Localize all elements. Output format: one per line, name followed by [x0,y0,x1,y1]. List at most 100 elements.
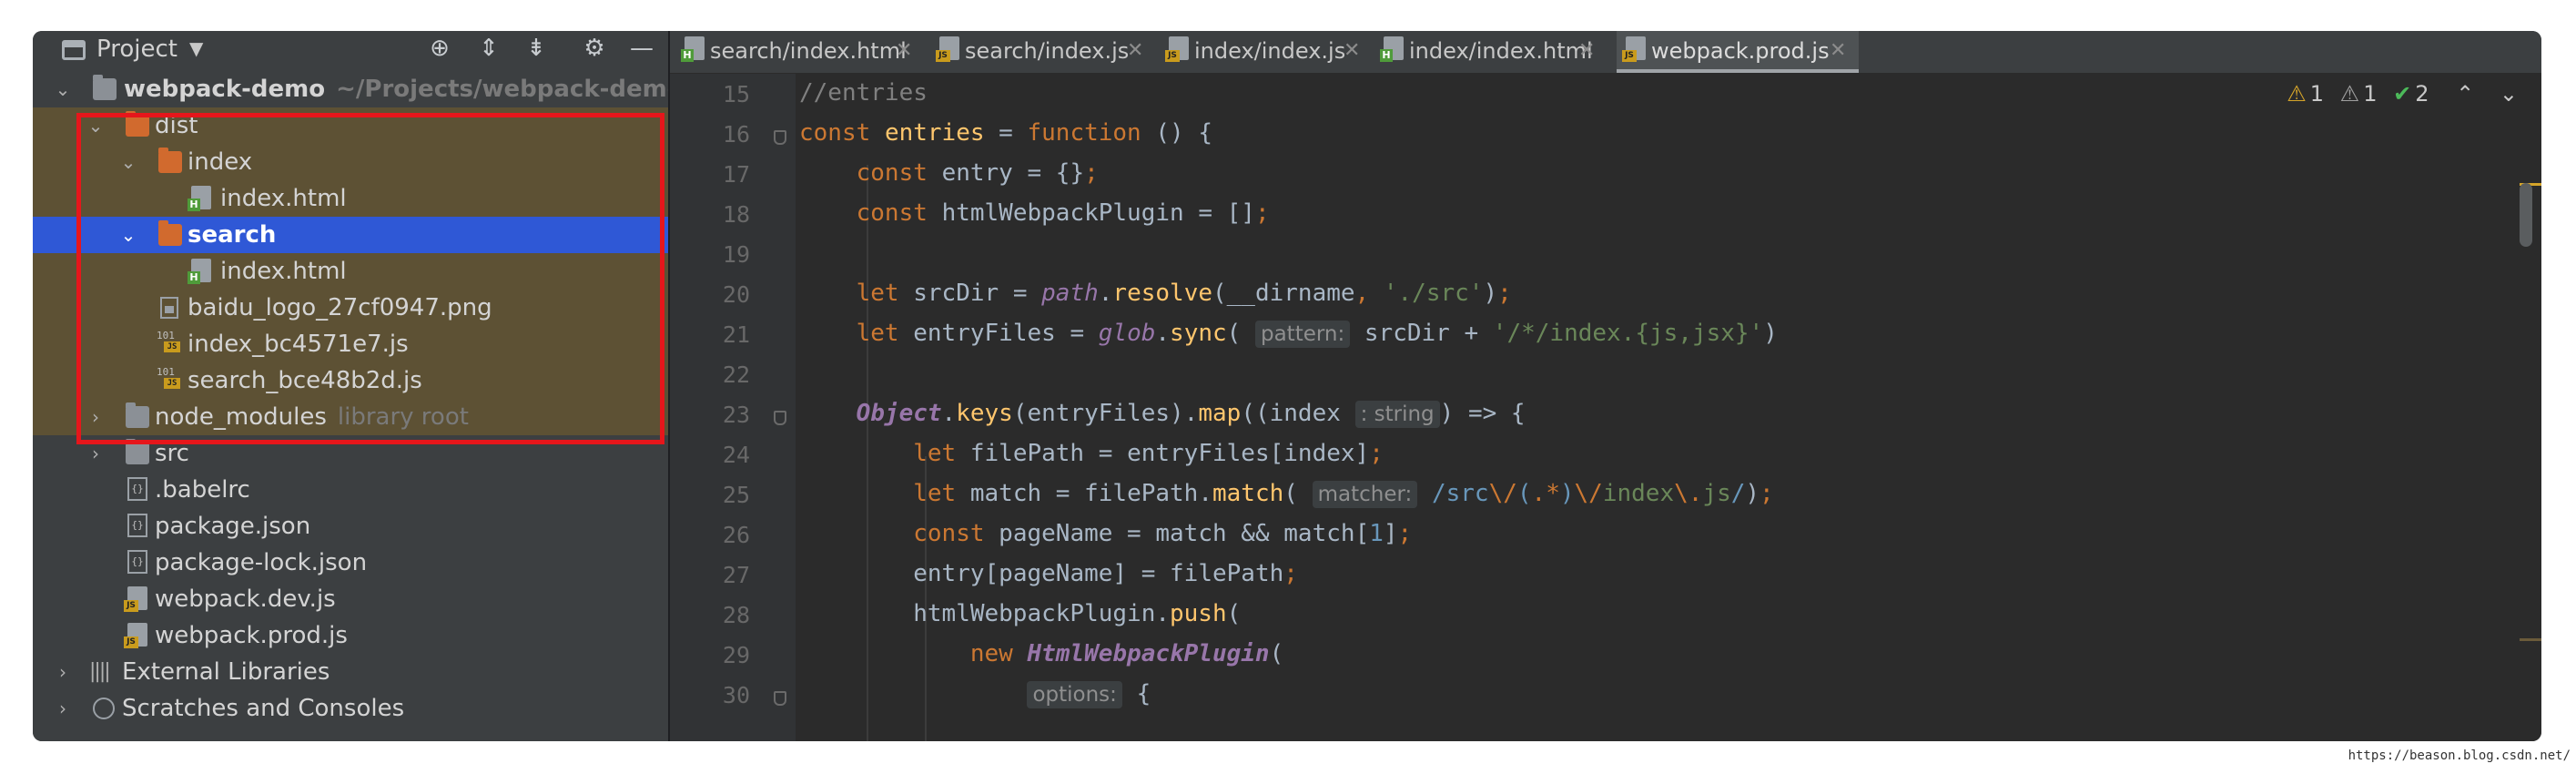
line-number: 24 [722,442,750,468]
collapse-all-icon[interactable]: ⇟ [521,35,552,62]
tree-item-webpack-dev[interactable]: webpack.dev.js [33,581,668,617]
tab-label: index/index.js [1194,38,1346,64]
tree-item-label: search [188,221,277,249]
param-hint: matcher: [1312,481,1418,508]
type-hint: : string [1354,401,1440,428]
chevron-down-icon[interactable]: ▼ [189,37,203,59]
project-panel-title[interactable]: Project [96,36,177,63]
chevron-right-icon[interactable]: › [86,435,106,472]
code-line-24: let filePath = entryFiles[index]; [913,440,1384,467]
close-icon[interactable]: ✕ [1578,31,1595,71]
tree-item-label: index_bc4571e7.js [188,331,409,358]
line-number: 22 [722,362,750,388]
close-icon[interactable]: ✕ [896,31,912,71]
gear-icon[interactable]: ⚙ [579,35,610,62]
minimize-icon[interactable]: — [626,35,657,62]
chevron-down-icon[interactable]: ⌄ [53,71,73,107]
line-number: 30 [722,682,750,708]
chevron-up-icon[interactable]: ⌃ [2456,81,2474,107]
chevron-down-icon[interactable]: ⌄ [118,144,138,180]
weak-warning-icon[interactable]: ⚠ [2340,81,2360,107]
tab-search-index-js[interactable]: search/index.js ✕ [932,31,1151,73]
folder-icon [93,75,117,100]
line-number: 15 [722,81,750,107]
close-icon[interactable]: ✕ [1830,31,1846,71]
tree-item-label: package.json [155,513,311,540]
tree-item-label: webpack.dev.js [155,586,336,613]
code-line-25: let match = filePath.match( matcher: /sr… [913,480,1774,508]
tree-item-label: src [155,440,189,467]
tab-search-index-html[interactable]: search/index.html ✕ [677,31,923,73]
tab-label: index/index.html [1409,38,1593,64]
tree-item-index-html[interactable]: index.html [33,180,668,217]
chevron-right-icon[interactable]: › [53,690,73,727]
line-number: 23 [722,402,750,428]
typo-check-icon[interactable]: ✔ [2393,81,2411,107]
fold-marker-icon[interactable] [774,411,786,425]
code-line-16: const entries = function () { [799,119,1212,147]
target-icon[interactable]: ⊕ [424,35,455,62]
tree-item-path: ~/Projects/webpack-demo [336,76,684,103]
inspection-widget[interactable]: ⚠ 1 ⚠ 1 ✔ 2 ⌃ ⌄ [2277,81,2518,107]
tab-webpack-prod-js[interactable]: webpack.prod.js ✕ [1617,31,1859,73]
close-icon[interactable]: ✕ [1127,31,1143,71]
tree-item-search-js[interactable]: 101 JS search_bce48b2d.js [33,362,668,399]
tree-item-external-libraries[interactable]: › |||| External Libraries [33,654,668,690]
tree-item-label: Scratches and Consoles [122,695,405,722]
vertical-scrollbar-thumb[interactable] [2520,183,2532,247]
folder-icon [158,220,182,246]
tree-item-index-folder[interactable]: ⌄ index [33,144,668,180]
tab-label: search/index.html [710,38,907,64]
tree-item-label: search_bce48b2d.js [188,367,422,394]
fold-marker-icon[interactable] [774,130,786,145]
warning-icon[interactable]: ⚠ [2287,81,2307,107]
code-line-29: new HtmlWebpackPlugin( [969,640,1284,667]
code-editor[interactable]: 15 16 17 18 19 20 21 22 23 24 25 26 27 2… [670,74,2541,741]
weak-warning-count: 1 [2363,81,2378,107]
code-line-15: //entries [799,79,928,107]
tree-item-scratches[interactable]: › Scratches and Consoles [33,690,668,727]
tree-item-package-json[interactable]: {} package.json [33,508,668,545]
image-file-icon [160,297,178,319]
html-file-icon [188,186,211,211]
libraries-icon: |||| [89,660,111,683]
tree-item-node-modules[interactable]: › node_modules library root [33,399,668,435]
code-area[interactable]: //entries const entries = function () { … [799,74,2474,741]
line-number: 28 [722,602,750,628]
tree-item-baidu-logo[interactable]: baidu_logo_27cf0947.png [33,290,668,326]
tree-item-package-lock[interactable]: {} package-lock.json [33,545,668,581]
expand-all-icon[interactable]: ⇕ [473,35,504,62]
scratches-icon [93,698,115,719]
chevron-right-icon[interactable]: › [86,399,106,435]
tree-item-label: index.html [220,185,347,212]
tree-item-webpack-demo[interactable]: ⌄ webpack-demo ~/Projects/webpack-demo [33,71,684,107]
tree-item-search-html[interactable]: index.html [33,253,668,290]
tree-item-webpack-prod[interactable]: webpack.prod.js [33,617,668,654]
code-line-27: entry[pageName] = filePath; [913,560,1298,587]
tab-index-index-js[interactable]: index/index.js ✕ [1161,31,1367,73]
chevron-right-icon[interactable]: › [53,654,73,690]
project-panel: Project ▼ ⊕ ⇕ ⇟ ⚙ — ⌄ webpack-demo ~/Proj… [33,31,684,741]
line-number: 19 [722,241,750,268]
tree-item-babelrc[interactable]: {} .babelrc [33,472,668,508]
tree-item-label: baidu_logo_27cf0947.png [188,294,492,321]
tree-item-search-folder[interactable]: ⌄ search [33,217,668,253]
close-icon[interactable]: ✕ [1344,31,1360,71]
code-line-18: const htmlWebpackPlugin = []; [856,199,1270,227]
chevron-down-icon[interactable]: ⌄ [118,217,138,253]
tree-item-index-js[interactable]: 101 JS index_bc4571e7.js [33,326,668,362]
chevron-down-icon[interactable]: ⌄ [2500,81,2518,107]
minified-js-file-icon: 101 JS [157,331,182,358]
js-file-icon [936,36,959,62]
line-number: 16 [722,121,750,148]
tree-item-label: .babelrc [155,476,250,504]
tab-index-index-html[interactable]: index/index.html ✕ [1376,31,1600,73]
tree-item-hint: library root [337,403,469,431]
chevron-down-icon[interactable]: ⌄ [86,107,106,144]
fold-marker-icon[interactable] [774,691,786,706]
warning-stripe-marker[interactable] [2520,638,2541,641]
json-file-icon: {} [127,550,147,574]
tree-item-dist[interactable]: ⌄ dist [33,107,668,144]
tree-item-src[interactable]: › src [33,435,668,472]
folder-icon [126,439,149,464]
